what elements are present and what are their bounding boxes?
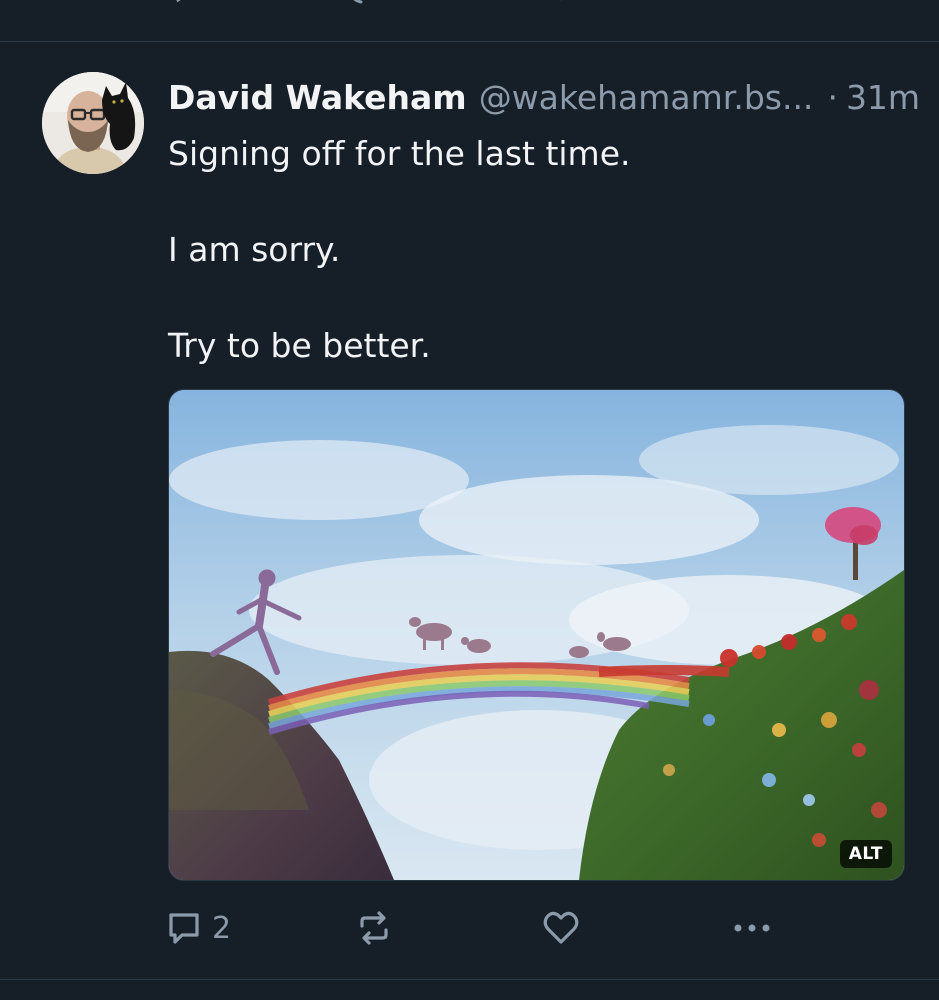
profile-photo-icon <box>42 72 144 174</box>
more-icon <box>734 924 770 932</box>
heart-icon[interactable] <box>550 0 572 6</box>
author-display-name[interactable]: David Wakeham <box>168 78 467 117</box>
feed-page: David Wakeham @wakehamamr.bs... · 31m Si… <box>0 0 939 1000</box>
previous-post-actions <box>0 0 939 40</box>
author-handle[interactable]: @wakehamamr.bs... <box>479 78 814 117</box>
more-options-button[interactable] <box>730 905 774 951</box>
separator: · <box>827 78 838 117</box>
post-text-line: I am sorry. <box>168 230 341 269</box>
repost-icon <box>360 911 388 945</box>
post-header: David Wakeham @wakehamamr.bs... · 31m <box>168 78 920 122</box>
reply-icon[interactable] <box>170 0 192 6</box>
post-timestamp[interactable]: 31m <box>846 78 920 117</box>
alt-text-button[interactable]: ALT <box>839 840 892 868</box>
post-text: Signing off for the last time. I am sorr… <box>168 130 908 370</box>
reply-count: 2 <box>212 910 232 946</box>
divider <box>0 979 939 980</box>
avatar[interactable] <box>42 72 144 174</box>
search-icon[interactable] <box>345 0 367 6</box>
heart-icon <box>543 911 579 944</box>
post-text-line: Signing off for the last time. <box>168 134 631 173</box>
post-text-line: Try to be better. <box>168 326 431 365</box>
post-image[interactable]: ALT <box>168 389 905 881</box>
divider <box>0 41 939 42</box>
like-button[interactable] <box>542 905 580 951</box>
reply-button[interactable]: 2 <box>166 905 231 951</box>
repost-button[interactable] <box>356 905 392 951</box>
post-actions: 2 <box>166 905 806 951</box>
reply-icon <box>169 913 199 944</box>
rainbow-bridge-painting-icon <box>169 390 904 880</box>
